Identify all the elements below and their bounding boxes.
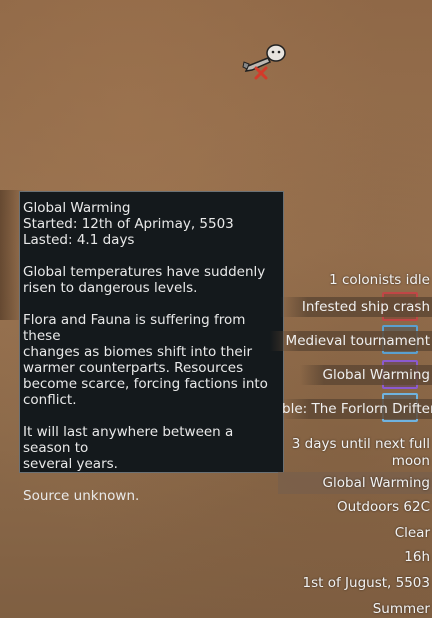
colonist-pawn-icon[interactable] — [240, 40, 290, 82]
tooltip-paragraph: Global temperatures have suddenly risen … — [23, 264, 266, 296]
tooltip-started: Started: 12th of Aprimay, 5503 — [23, 216, 234, 232]
letter-medieval-tournament[interactable]: Medieval tournament — [270, 331, 432, 351]
letter-global-warming[interactable]: Global Warming — [300, 365, 432, 385]
time-readout: 16h — [404, 549, 430, 565]
tooltip-lasted: Lasted: 4.1 days — [23, 232, 135, 248]
event-tooltip: Global Warming Started: 12th of Aprimay,… — [19, 191, 284, 504]
temperature-readout: Outdoors 62C — [336, 499, 430, 515]
season-readout: Summer — [372, 601, 430, 617]
moon-readout: 3 days until next full moon — [291, 436, 430, 469]
condition-readout[interactable]: Global Warming — [323, 475, 430, 491]
tooltip-paragraph: Flora and Fauna is suffering from these … — [23, 312, 268, 408]
tooltip-title: Global Warming — [23, 200, 131, 216]
red-x-icon — [254, 66, 268, 80]
letter-infested-ship-crash[interactable]: Infested ship crash — [280, 297, 432, 317]
weather-readout: Clear — [394, 525, 430, 541]
tooltip-paragraph: It will last anywhere between a season t… — [23, 424, 234, 472]
tooltip-source: Source unknown. — [23, 488, 140, 504]
date-readout: 1st of Jugust, 5503 — [302, 575, 430, 591]
letter-forlorn-drifter[interactable]: ble: The Forlorn Drifter — [282, 399, 432, 419]
colonists-idle-alert[interactable]: 1 colonists idle — [329, 272, 430, 288]
